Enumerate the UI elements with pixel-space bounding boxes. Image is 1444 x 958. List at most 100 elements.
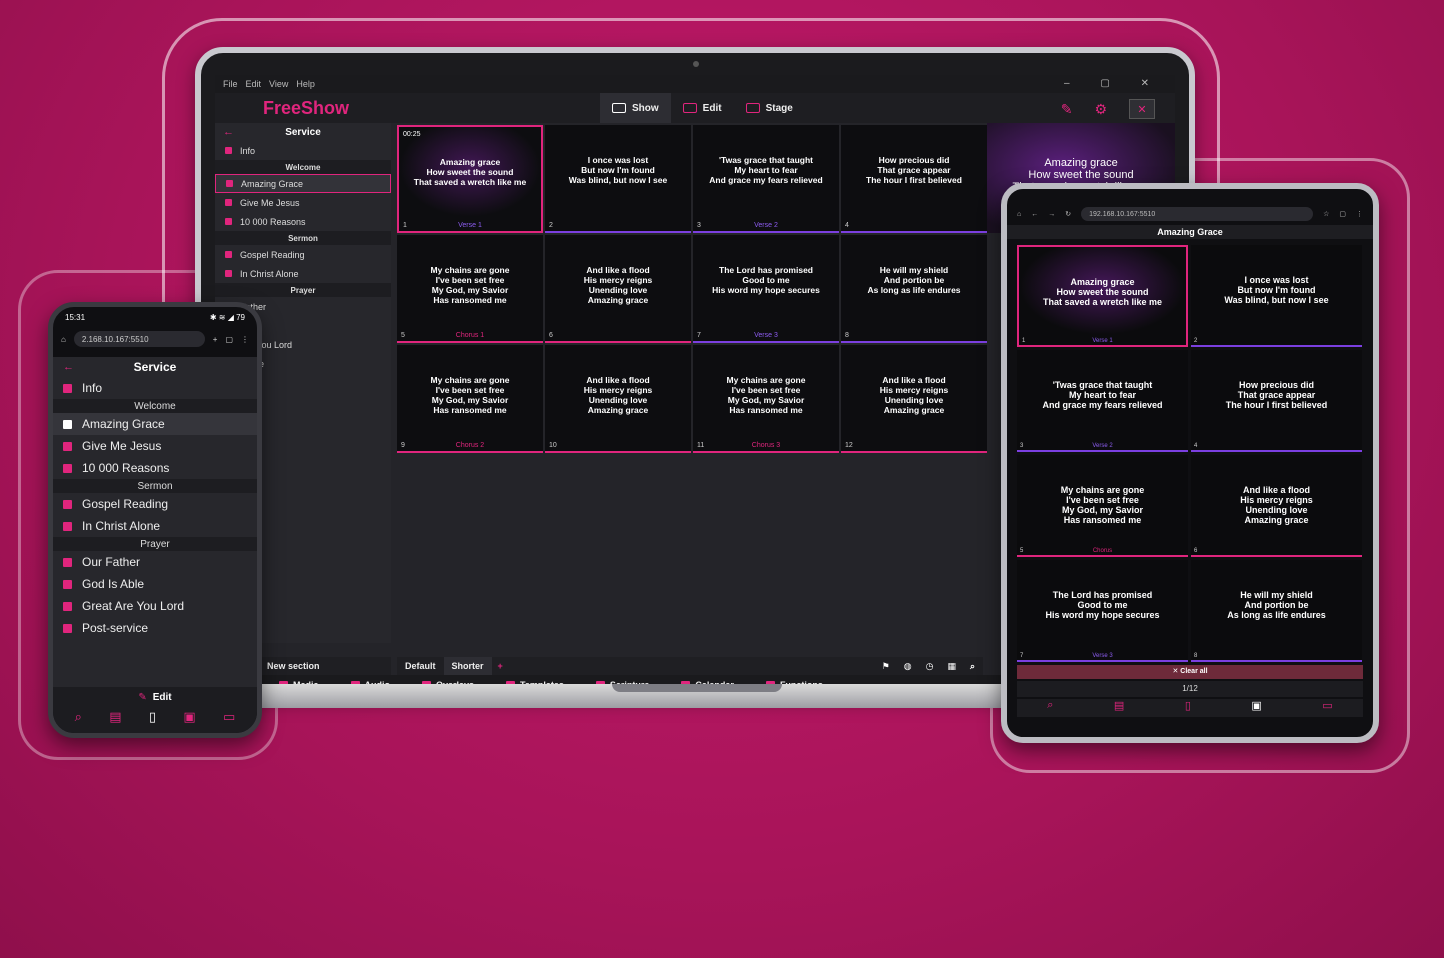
sidebar-item-label: In Christ Alone: [82, 519, 161, 533]
home-icon[interactable]: ⌂: [1017, 211, 1021, 218]
more-icon[interactable]: ⋮: [1356, 210, 1363, 218]
output-toggle-icon[interactable]: ✕: [1129, 99, 1155, 119]
back-arrow-icon[interactable]: ←: [223, 126, 234, 138]
mode-tab-stage[interactable]: Stage: [734, 93, 805, 123]
slide-thumbnail[interactable]: And like a flood His mercy reigns Unendi…: [545, 345, 691, 453]
slide-thumbnail[interactable]: My chains are gone I've been set free My…: [397, 345, 543, 453]
slide-thumbnail[interactable]: My chains are gone I've been set free My…: [693, 345, 839, 453]
menu-item-view[interactable]: View: [269, 79, 288, 89]
draw-icon[interactable]: ✎: [1061, 101, 1073, 118]
app-logo: FreeShow: [263, 98, 350, 118]
book-icon[interactable]: ▤: [109, 709, 121, 725]
sidebar-item[interactable]: Give Me Jesus: [53, 435, 257, 457]
top-bar: FreeShow Show Edit Stage ✎ ⚙ ✕: [215, 93, 1175, 123]
layout-tab[interactable]: Shorter: [443, 657, 492, 675]
slide-timer: 00:25: [403, 131, 421, 138]
sidebar-item[interactable]: Gospel Reading: [53, 493, 257, 515]
grid-icon[interactable]: ▦: [947, 661, 956, 672]
slide-thumbnail[interactable]: I once was lost But now I'm found Was bl…: [1191, 245, 1362, 347]
add-layout-button[interactable]: +: [498, 661, 503, 671]
sidebar-item[interactable]: God Is Able: [53, 573, 257, 595]
sidebar-item[interactable]: Our Father: [53, 551, 257, 573]
slide-thumbnail[interactable]: The Lord has promised Good to me His wor…: [693, 235, 839, 343]
sidebar-category: Sermon: [53, 479, 257, 493]
slide-thumbnail[interactable]: 'Twas grace that taught My heart to fear…: [1017, 350, 1188, 452]
slide-number: 6: [549, 332, 553, 339]
sidebar-category: Welcome: [53, 399, 257, 413]
slide-thumbnail[interactable]: Amazing grace How sweet the sound That s…: [1017, 245, 1188, 347]
back-icon[interactable]: ←: [1031, 211, 1038, 218]
slide-text: 'Twas grace that taught My heart to fear…: [709, 155, 823, 185]
document-icon[interactable]: ▯: [149, 709, 156, 725]
document-icon[interactable]: ▯: [1185, 699, 1191, 717]
slide-thumbnail[interactable]: How precious did That grace appear The h…: [1191, 350, 1362, 452]
slide-thumbnail[interactable]: I once was lost But now I'm found Was bl…: [545, 125, 691, 233]
layout-tab[interactable]: Default: [397, 657, 444, 675]
slide-thumbnail[interactable]: And like a flood His mercy reigns Unendi…: [1191, 455, 1362, 557]
clear-all-button[interactable]: ✕ Clear all: [1017, 665, 1363, 679]
slide-text: And like a flood His mercy reigns Unendi…: [583, 265, 653, 305]
more-icon[interactable]: ⋮: [241, 335, 249, 344]
gear-icon[interactable]: ⚙: [1094, 101, 1107, 118]
url-field[interactable]: 2.168.10.167:5510: [73, 331, 205, 347]
slide-thumbnail[interactable]: The Lord has promised Good to me His wor…: [1017, 560, 1188, 662]
flag-icon[interactable]: ⚑: [882, 661, 890, 672]
sidebar-item[interactable]: Great Are You Lord: [53, 595, 257, 617]
screen-icon[interactable]: ▭: [223, 709, 235, 725]
reload-icon[interactable]: ↻: [1065, 210, 1071, 218]
sidebar-category: Welcome: [215, 160, 391, 174]
slide-group-label: Verse 2: [754, 222, 778, 229]
window-controls[interactable]: – ▢ ✕: [1064, 78, 1163, 89]
sidebar-item[interactable]: Gospel Reading: [215, 245, 391, 264]
back-arrow-icon[interactable]: ←: [63, 361, 74, 373]
sidebar-item[interactable]: In Christ Alone: [215, 264, 391, 283]
home-icon[interactable]: ⌂: [61, 335, 66, 344]
tabs-icon[interactable]: ▢: [225, 335, 233, 344]
slide-thumbnail[interactable]: How precious did That grace appear The h…: [841, 125, 987, 233]
phone-title: Service: [133, 360, 177, 374]
globe-icon[interactable]: ◍: [904, 661, 912, 672]
screen-icon[interactable]: ▭: [1322, 699, 1332, 717]
menu-item-help[interactable]: Help: [296, 79, 315, 89]
new-tab-icon[interactable]: +: [213, 335, 218, 344]
slide-group-label: Chorus 1: [455, 332, 485, 339]
search-icon[interactable]: ⌕: [970, 661, 975, 672]
sidebar-item[interactable]: Give Me Jesus: [215, 193, 391, 212]
slide-group-label: Chorus 3: [751, 442, 781, 449]
sidebar-item[interactable]: Amazing Grace: [215, 174, 391, 193]
show-icon: [63, 557, 72, 567]
mode-label: Edit: [702, 102, 722, 114]
clock-icon[interactable]: ◷: [926, 661, 934, 672]
tabs-icon[interactable]: ▢: [1339, 210, 1346, 218]
slide-thumbnail[interactable]: My chains are gone I've been set free My…: [397, 235, 543, 343]
slide-thumbnail[interactable]: My chains are gone I've been set free My…: [1017, 455, 1188, 557]
slide-thumbnail[interactable]: He will my shield And portion be As long…: [841, 235, 987, 343]
slide-text: My chains are gone I've been set free My…: [430, 265, 510, 305]
sidebar-item[interactable]: 10 000 Reasons: [215, 212, 391, 231]
mode-tab-edit[interactable]: Edit: [671, 93, 734, 123]
sidebar-item[interactable]: Post-service: [53, 617, 257, 639]
url-field[interactable]: 192.168.10.167:5510: [1081, 207, 1314, 221]
mode-tab-show[interactable]: Show: [600, 93, 671, 123]
sidebar-item[interactable]: Amazing Grace: [53, 413, 257, 435]
star-icon[interactable]: ☆: [1323, 210, 1329, 218]
edit-button[interactable]: ✎ Edit: [53, 687, 257, 707]
slide-thumbnail[interactable]: And like a flood His mercy reigns Unendi…: [545, 235, 691, 343]
show-icon[interactable]: ▣: [1251, 699, 1261, 717]
search-icon[interactable]: ⌕: [75, 709, 82, 725]
sidebar-item[interactable]: 10 000 Reasons: [53, 457, 257, 479]
slide-thumbnail[interactable]: 00:25 Amazing grace How sweet the sound T…: [397, 125, 543, 233]
book-icon[interactable]: ▤: [1114, 699, 1124, 717]
slide-group-label: Verse 3: [754, 332, 778, 339]
sidebar-item[interactable]: In Christ Alone: [53, 515, 257, 537]
sidebar-item[interactable]: Info: [53, 377, 257, 399]
search-icon[interactable]: ⌕: [1047, 699, 1053, 717]
slide-thumbnail[interactable]: And like a flood His mercy reigns Unendi…: [841, 345, 987, 453]
menu-item-file[interactable]: File: [223, 79, 238, 89]
sidebar-item[interactable]: Info: [215, 141, 391, 160]
menu-item-edit[interactable]: Edit: [246, 79, 262, 89]
slide-thumbnail[interactable]: He will my shield And portion be As long…: [1191, 560, 1362, 662]
show-icon[interactable]: ▣: [183, 709, 195, 725]
slide-thumbnail[interactable]: 'Twas grace that taught My heart to fear…: [693, 125, 839, 233]
forward-icon[interactable]: →: [1048, 211, 1055, 218]
